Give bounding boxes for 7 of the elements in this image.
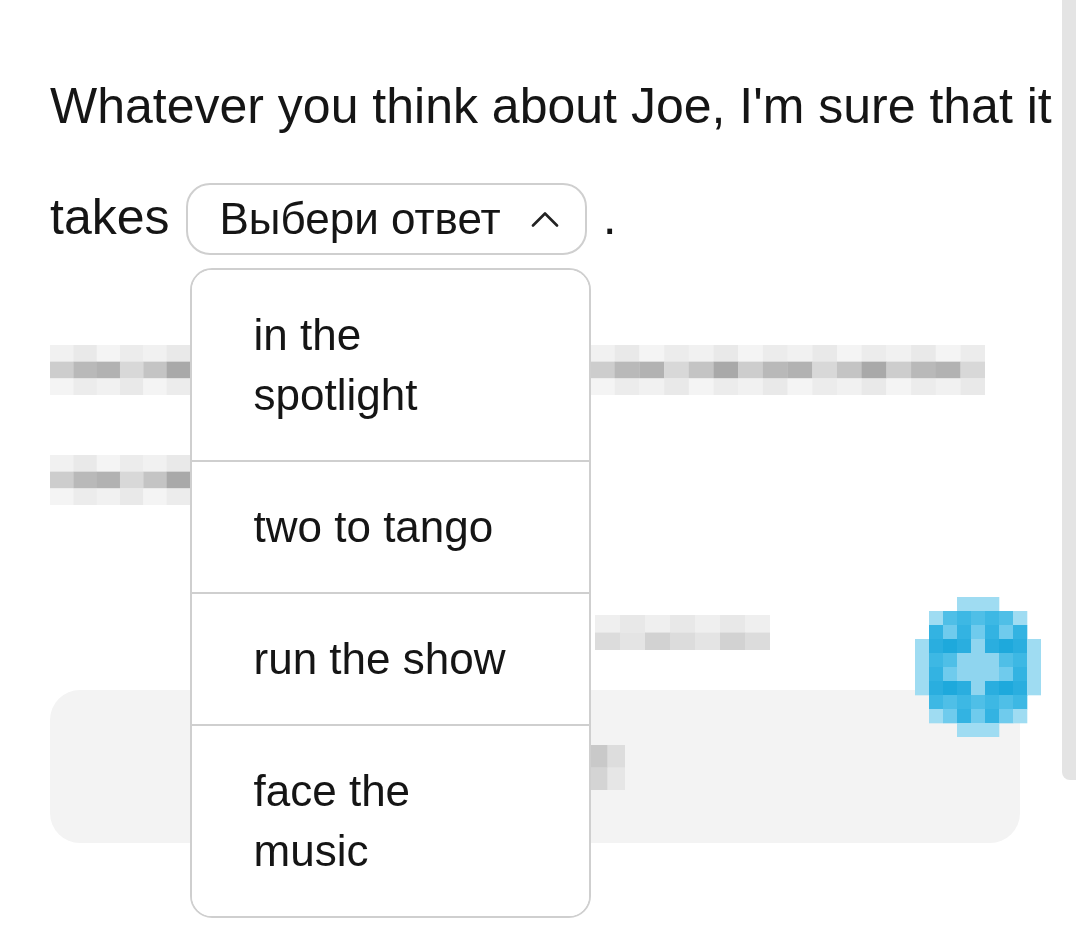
chevron-up-icon — [530, 211, 559, 227]
question-text: Whatever you think about Joe, I'm sure that it — [50, 78, 1052, 134]
dropdown-option[interactable]: in the spotlight — [191, 270, 589, 462]
question-text-end: . — [602, 189, 617, 245]
answer-dropdown[interactable]: Выбери ответ — [185, 183, 587, 255]
pixelated-circle-icon — [915, 597, 1041, 737]
question-text: takes — [50, 189, 170, 245]
